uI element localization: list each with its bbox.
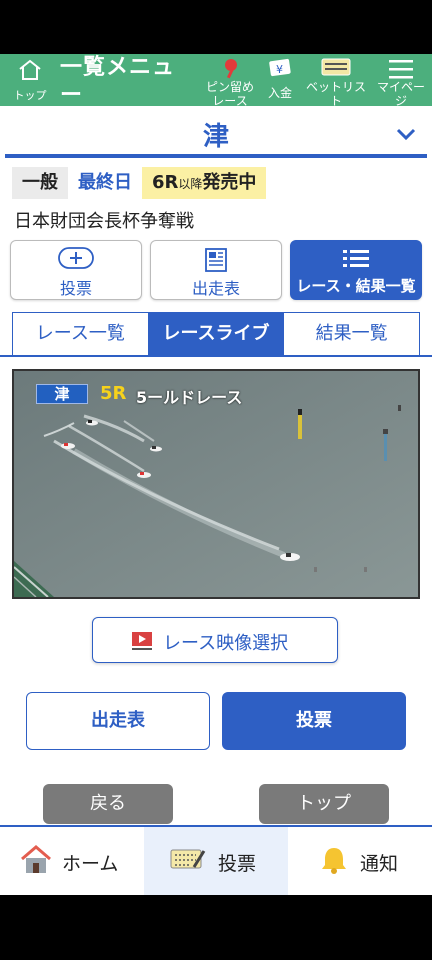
race-live-video[interactable]: 津 5R 5ールドレース xyxy=(12,369,420,599)
entries-card-button[interactable]: 出走表 xyxy=(150,240,282,300)
video-select-button[interactable]: レース映像選択 xyxy=(92,617,338,663)
vote-card-label: 投票 xyxy=(59,279,92,298)
tab-notification[interactable]: 通知 xyxy=(288,827,432,895)
subtabs-underline xyxy=(0,355,432,357)
video-venue-caption: 津 xyxy=(36,384,88,404)
tab-result-list[interactable]: 結果一覧 xyxy=(284,313,420,356)
chevron-down-icon[interactable] xyxy=(396,126,416,145)
plus-circle-icon xyxy=(58,247,94,273)
grade-badge: 一般 xyxy=(12,167,68,199)
sale-suffix: 以降 xyxy=(178,177,203,191)
entries-button[interactable]: 出走表 xyxy=(26,692,210,750)
venue-selector[interactable]: 津 xyxy=(0,106,432,158)
entries-card-label: 出走表 xyxy=(191,279,240,298)
nav-mypage-label: マイページ xyxy=(376,80,425,106)
tab-vote-label: 投票 xyxy=(218,853,257,875)
race-day-badges: 一般 最終日 6R以降発売中 xyxy=(12,167,267,199)
vote-button[interactable]: 投票 xyxy=(222,692,406,750)
sale-race: 6R xyxy=(152,172,179,193)
nav-pin-button[interactable]: ピン留めレース xyxy=(206,54,254,106)
tab-race-live[interactable]: レースライブ xyxy=(148,313,285,356)
video-icon xyxy=(131,631,153,656)
nav-menu-title[interactable]: 一覧メニュー xyxy=(60,54,190,106)
back-button[interactable]: 戻る xyxy=(43,784,173,824)
top-nav: トップ 一覧メニュー ピン留めレース ¥ 入金 ベットリスト マイページ xyxy=(0,54,432,106)
ticket-pen-icon xyxy=(170,845,206,877)
betlist-icon xyxy=(321,58,351,82)
nav-top-label: トップ xyxy=(13,89,47,102)
bell-icon xyxy=(320,845,348,879)
nav-betlist-button[interactable]: ベットリスト xyxy=(306,54,366,106)
sale-status: 発売中 xyxy=(202,172,257,193)
video-race-caption: 5R xyxy=(100,383,127,404)
deposit-icon: ¥ xyxy=(268,58,292,82)
tab-notification-label: 通知 xyxy=(360,853,399,875)
video-race-type-caption: 5ールドレース xyxy=(136,388,243,407)
svg-text:¥: ¥ xyxy=(276,63,283,76)
race-title: 日本財団会長杯争奪戦 xyxy=(14,211,194,232)
venue-name: 津 xyxy=(202,122,229,152)
race-subtabs: レース一覧 レースライブ 結果一覧 xyxy=(12,312,420,356)
bottom-tab-bar: ホーム 投票 通知 xyxy=(0,825,432,895)
nav-betlist-label: ベットリスト xyxy=(306,80,366,106)
tab-race-list[interactable]: レース一覧 xyxy=(13,313,149,356)
list-icon xyxy=(341,247,371,273)
tab-vote[interactable]: 投票 xyxy=(144,827,288,895)
app-screen: トップ 一覧メニュー ピン留めレース ¥ 入金 ベットリスト マイページ 津 一… xyxy=(0,54,432,895)
nav-mypage-button[interactable]: マイページ xyxy=(374,54,428,106)
vote-card-button[interactable]: 投票 xyxy=(10,240,142,300)
tab-home-label: ホーム xyxy=(62,853,119,875)
race-results-card-label: レース・結果一覧 xyxy=(296,277,416,295)
tab-home[interactable]: ホーム xyxy=(0,827,144,895)
day-badge: 最終日 xyxy=(68,167,142,199)
house-icon xyxy=(20,845,52,879)
venue-divider xyxy=(5,154,427,158)
nav-deposit-button[interactable]: ¥ 入金 xyxy=(262,54,298,106)
nav-pin-label: ピン留めレース xyxy=(206,80,254,106)
home-icon xyxy=(18,58,42,86)
race-results-card-button[interactable]: レース・結果一覧 xyxy=(290,240,422,300)
video-select-label: レース映像選択 xyxy=(163,633,289,654)
sale-status-badge: 6R以降発売中 xyxy=(142,167,267,199)
top-button[interactable]: トップ xyxy=(259,784,389,824)
nav-top-button[interactable]: トップ xyxy=(8,54,52,106)
document-icon xyxy=(203,247,229,277)
